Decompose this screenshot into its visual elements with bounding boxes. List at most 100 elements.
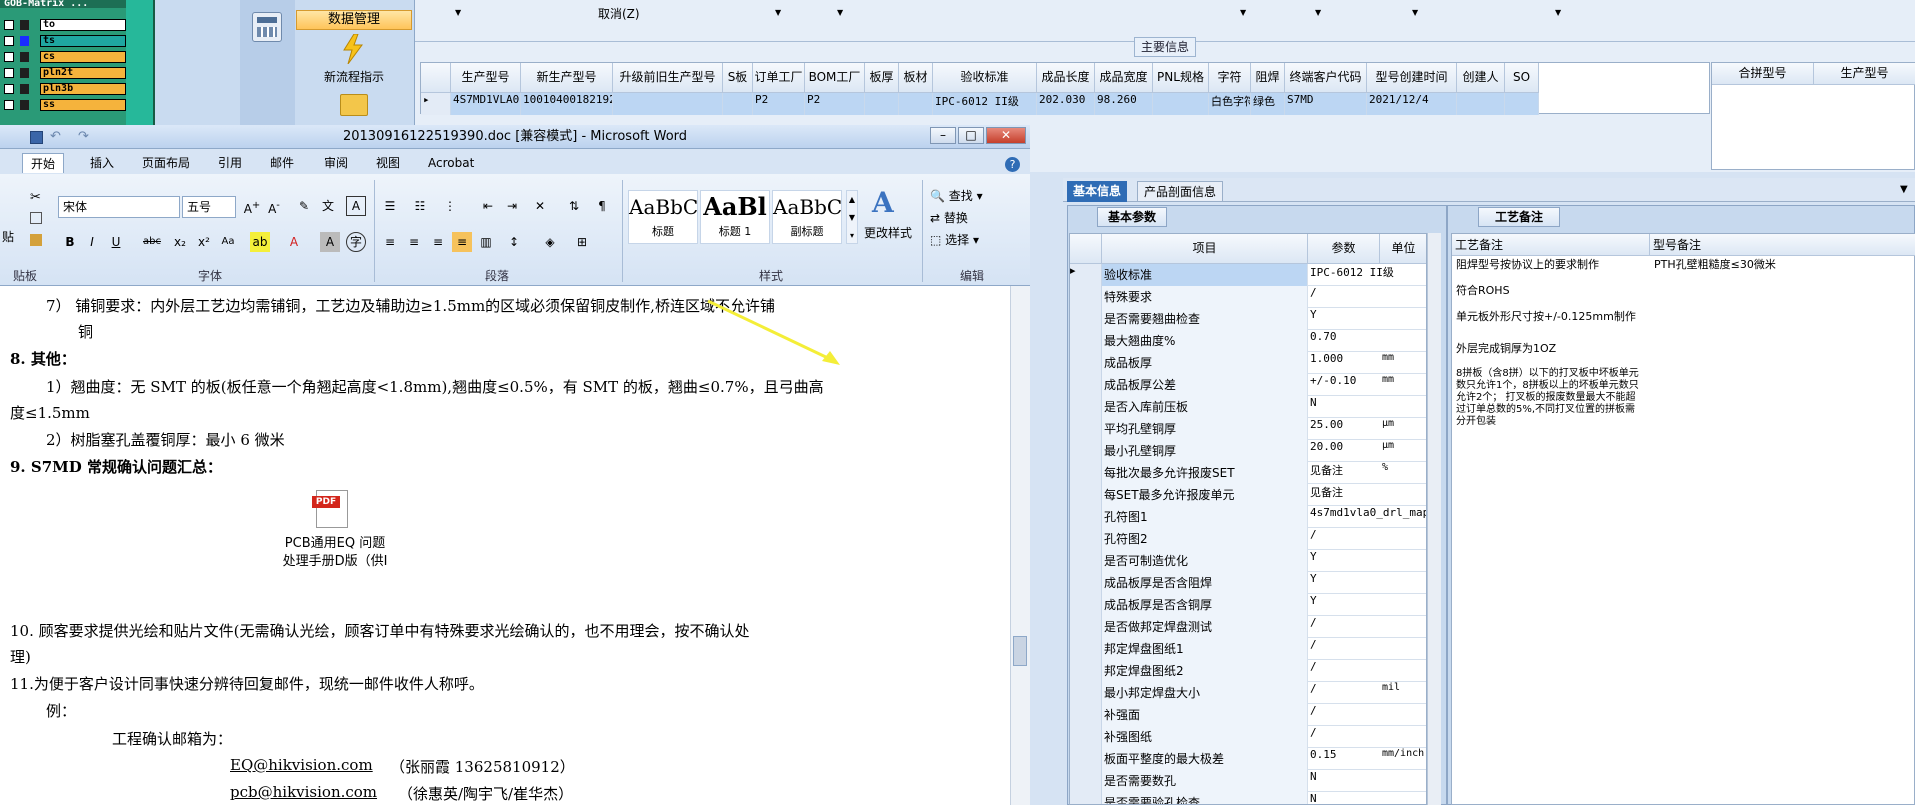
param-row[interactable]: 是否做邦定焊盘测试 / <box>1070 616 1426 638</box>
gob-layer-row[interactable]: to <box>4 18 126 32</box>
show-marks-icon[interactable]: ¶ <box>592 196 612 216</box>
layer-checkbox[interactable] <box>4 20 14 30</box>
chevron-down-icon[interactable]: ▼ <box>455 8 461 17</box>
main-cell[interactable]: 绿色 <box>1251 93 1285 115</box>
justify-icon[interactable]: ≡ <box>452 232 472 252</box>
craft-notes-grid[interactable]: 工艺备注 型号备注 阻焊型号按协议上的要求制作 符合ROHS 单元板外形尺寸按+… <box>1451 233 1915 805</box>
param-row[interactable]: 成品板厚是否含铜厚 Y <box>1070 594 1426 616</box>
main-cell[interactable] <box>865 93 899 115</box>
param-row[interactable]: 每批次最多允许报废SET 见备注% <box>1070 462 1426 484</box>
multilevel-list-icon[interactable]: ⋮ <box>440 196 460 216</box>
gob-layer-row[interactable]: ts <box>4 34 126 48</box>
ribbon-tab-insert[interactable]: 插入 <box>82 153 122 173</box>
clear-format-icon[interactable]: ✎ <box>294 196 314 216</box>
main-header-col[interactable]: 升级前旧生产型号 <box>613 63 723 93</box>
change-styles-button[interactable]: 更改样式 <box>864 224 912 241</box>
main-header-col[interactable]: 板厚 <box>865 63 899 93</box>
underline-icon[interactable]: U <box>106 232 126 252</box>
main-info-grid[interactable]: ▸ 生产型号 4S7MD1VLA0 新生产型号 10010400182192 升级前旧生… <box>420 62 1710 115</box>
find-button[interactable]: 🔍 查找 ▾ <box>930 186 983 206</box>
borders-icon[interactable]: ⊞ <box>572 232 592 252</box>
ribbon-tab-review[interactable]: 审阅 <box>316 153 356 173</box>
param-row[interactable]: 是否需要数孔 N <box>1070 770 1426 792</box>
align-left-icon[interactable]: ≡ <box>380 232 400 252</box>
main-cell[interactable]: 4S7MD1VLA0 <box>451 93 521 115</box>
increase-indent-icon[interactable]: ⇥ <box>502 196 522 216</box>
bullets-icon[interactable]: ☰ <box>380 196 400 216</box>
new-flow-label[interactable]: 新流程指示 <box>296 68 412 85</box>
shrink-font-icon[interactable]: A- <box>264 196 284 216</box>
param-row[interactable]: 特殊要求 / <box>1070 286 1426 308</box>
param-row[interactable]: 最大翘曲度% 0.70 <box>1070 330 1426 352</box>
param-row[interactable]: 每SET最多允许报废单元 见备注 <box>1070 484 1426 506</box>
main-cell[interactable] <box>1153 93 1209 115</box>
main-header-col[interactable]: 阻焊 <box>1251 63 1285 93</box>
gob-layer-row[interactable]: pln3b <box>4 82 126 96</box>
main-header-col[interactable]: 终端客户代码 <box>1285 63 1367 93</box>
main-header-col[interactable]: 新生产型号 <box>521 63 613 93</box>
change-styles-icon[interactable]: A <box>872 186 894 219</box>
numbering-icon[interactable]: ☷ <box>410 196 430 216</box>
char-border-icon[interactable]: A <box>346 196 366 216</box>
char-shading-icon[interactable]: A <box>320 232 340 252</box>
chevron-down-icon[interactable]: ▼ <box>1315 8 1321 17</box>
sort-icon[interactable]: ⇅ <box>564 196 584 216</box>
cut-icon[interactable]: ✂ <box>30 190 41 205</box>
font-color-icon[interactable]: A <box>284 232 304 252</box>
basic-param-tab[interactable]: 基本参数 <box>1097 207 1167 227</box>
superscript-icon[interactable]: x² <box>194 232 214 252</box>
email-link-pcb[interactable]: pcb@hikvision.com <box>230 783 377 801</box>
main-cell[interactable]: P2 <box>753 93 805 115</box>
strikethrough-icon[interactable]: abc <box>142 232 162 252</box>
line-spacing-icon[interactable]: ↕ <box>504 232 524 252</box>
param-row[interactable]: ▸ 验收标准 IPC-6012 II级 <box>1070 264 1426 286</box>
chevron-down-icon[interactable]: ▼ <box>1412 8 1418 17</box>
redo-icon[interactable]: ↷ <box>78 129 89 144</box>
param-row[interactable]: 是否入库前压板 N <box>1070 396 1426 418</box>
style-scroll-icon[interactable]: ▲ ▼ ▾ <box>846 190 858 244</box>
param-row[interactable]: 成品板厚公差 +/-0.10 mm <box>1070 374 1426 396</box>
param-row[interactable]: 最小孔壁铜厚 20.00 μm <box>1070 440 1426 462</box>
param-scrollbar[interactable] <box>1427 233 1441 805</box>
decrease-indent-icon[interactable]: ⇤ <box>478 196 498 216</box>
param-row[interactable]: 邦定焊盘图纸1/ <box>1070 638 1426 660</box>
bold-icon[interactable]: B <box>60 232 80 252</box>
main-header-col[interactable]: SO <box>1505 63 1539 93</box>
main-header-col[interactable]: 板材 <box>899 63 933 93</box>
help-icon[interactable]: ? <box>1005 157 1020 172</box>
main-header-col[interactable]: 字符 <box>1209 63 1251 93</box>
chevron-down-icon[interactable]: ▼ <box>1240 8 1246 17</box>
param-row[interactable]: 邦定焊盘图纸2/ <box>1070 660 1426 682</box>
shading-icon[interactable]: ◈ <box>540 232 560 252</box>
subscript-icon[interactable]: x₂ <box>170 232 190 252</box>
phonetic-icon[interactable]: 文 <box>318 196 338 216</box>
main-cell[interactable]: IPC-6012 II级 <box>933 93 1037 115</box>
font-name-combo[interactable]: 宋体 <box>58 196 180 218</box>
gob-layer-row[interactable]: cs <box>4 50 126 64</box>
format-painter-icon[interactable] <box>30 234 42 246</box>
maximize-button[interactable]: □ <box>958 127 984 144</box>
param-row[interactable]: 补强图纸 / <box>1070 726 1426 748</box>
main-header-col[interactable]: BOM工厂 <box>805 63 865 93</box>
main-cell[interactable]: 2021/12/4 <box>1367 93 1457 115</box>
document-scrollbar[interactable] <box>1010 286 1030 805</box>
main-header-col[interactable]: 生产型号 <box>451 63 521 93</box>
main-header-col[interactable]: 验收标准 <box>933 63 1037 93</box>
highlight-icon[interactable]: ab <box>250 232 270 252</box>
cancel-menu-item[interactable]: 取消(Z) <box>598 5 640 22</box>
select-button[interactable]: ⬚ 选择 ▾ <box>930 230 979 250</box>
ribbon-tab-mailings[interactable]: 邮件 <box>262 153 302 173</box>
param-row[interactable]: 成品板厚是否含阻焊 Y <box>1070 572 1426 594</box>
param-row[interactable]: 孔符图14s7md1vla0_drl_map.pdf <box>1070 506 1426 528</box>
email-link-eq[interactable]: EQ@hikvision.com <box>230 756 373 774</box>
chinese-layout-icon[interactable]: ✕ <box>530 196 550 216</box>
main-cell[interactable] <box>899 93 933 115</box>
italic-icon[interactable]: I <box>82 232 102 252</box>
align-center-icon[interactable]: ≡ <box>404 232 424 252</box>
chevron-down-icon[interactable]: ▼ <box>775 8 781 17</box>
main-cell[interactable]: 白色字符 <box>1209 93 1251 115</box>
main-cell[interactable]: S7MD <box>1285 93 1367 115</box>
pdf-attachment-caption[interactable]: PCB通用EQ 问题 处理手册D版（供I <box>270 535 400 571</box>
param-row[interactable]: 成品板厚 1.000 mm <box>1070 352 1426 374</box>
close-button[interactable]: ✕ <box>986 127 1026 144</box>
